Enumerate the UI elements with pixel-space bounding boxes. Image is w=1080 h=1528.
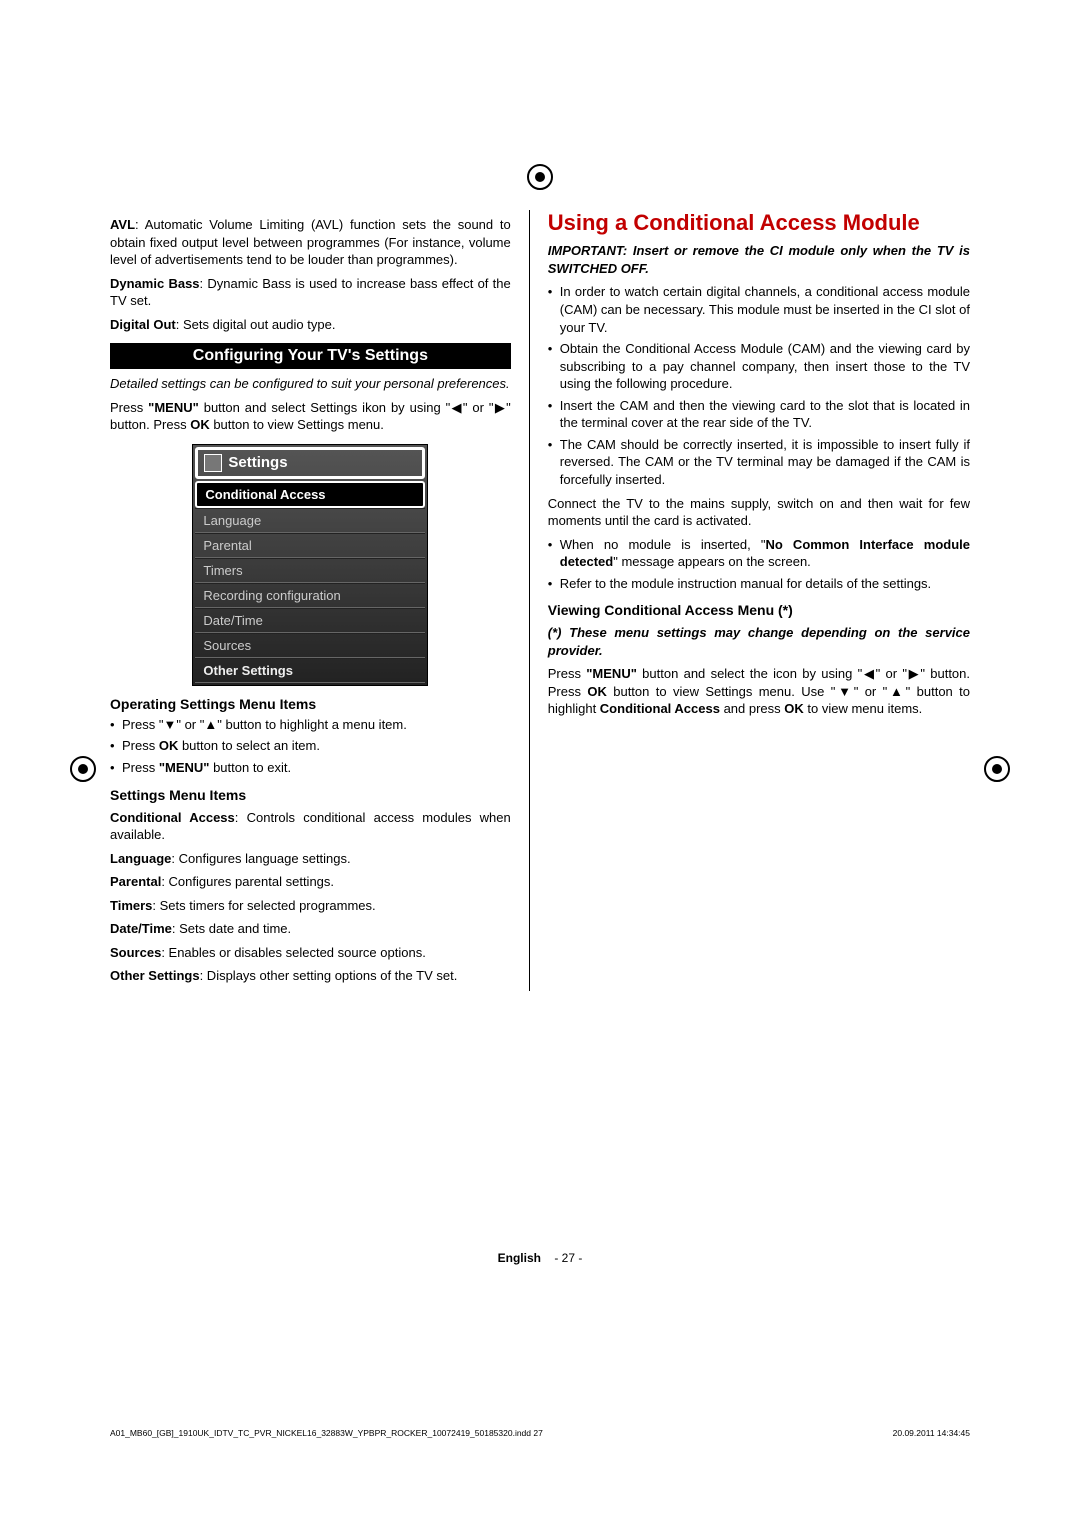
viewing-title: Viewing Conditional Access Menu (*) (548, 602, 970, 618)
cam-b5: When no module is inserted, "No Common I… (548, 536, 970, 571)
item-sources: Sources: Enables or disables selected so… (110, 944, 511, 962)
viewing-note: (*) These menu settings may change depen… (548, 624, 970, 659)
avl-paragraph: AVL: Automatic Volume Limiting (AVL) fun… (110, 216, 511, 269)
cam-b2: Obtain the Conditional Access Module (CA… (548, 340, 970, 393)
registration-mark-left (70, 756, 96, 782)
important-note: IMPORTANT: Insert or remove the CI modul… (548, 242, 970, 277)
menu-item-parental: Parental (195, 533, 425, 558)
config-press: Press "MENU" button and select Settings … (110, 399, 511, 434)
settings-menu-screenshot: Settings Conditional Access Language Par… (192, 444, 428, 686)
menu-title: Settings (228, 454, 287, 471)
registration-mark-right (984, 756, 1010, 782)
menu-title-row: Settings (195, 447, 425, 479)
viewing-press: Press "MENU" button and select the icon … (548, 665, 970, 718)
page-footer: English - 27 - (110, 1251, 970, 1265)
configuring-heading: Configuring Your TV's Settings (110, 343, 511, 369)
left-column: AVL: Automatic Volume Limiting (AVL) fun… (110, 210, 530, 991)
using-cam-heading: Using a Conditional Access Module (548, 210, 970, 236)
op-step-1: Press "▼" or "▲" button to highlight a m… (110, 716, 511, 734)
right-column: Using a Conditional Access Module IMPORT… (530, 210, 970, 991)
settings-items-title: Settings Menu Items (110, 787, 511, 803)
item-other-settings: Other Settings: Displays other setting o… (110, 967, 511, 985)
menu-item-sources: Sources (195, 633, 425, 658)
cam-b6: Refer to the module instruction manual f… (548, 575, 970, 593)
cam-b4: The CAM should be correctly inserted, it… (548, 436, 970, 489)
print-file: A01_MB60_[GB]_1910UK_IDTV_TC_PVR_NICKEL1… (110, 1428, 543, 1438)
item-conditional-access: Conditional Access: Controls conditional… (110, 809, 511, 844)
menu-item-other: Other Settings (195, 658, 425, 683)
menu-item-conditional-access: Conditional Access (195, 481, 425, 508)
cam-connect: Connect the TV to the mains supply, swit… (548, 495, 970, 530)
cam-b1: In order to watch certain digital channe… (548, 283, 970, 336)
cam-b3: Insert the CAM and then the viewing card… (548, 397, 970, 432)
item-timers: Timers: Sets timers for selected program… (110, 897, 511, 915)
print-file-text: A01_MB60_[GB]_1910UK_IDTV_TC_PVR_NICKEL1… (110, 1428, 543, 1438)
operating-title: Operating Settings Menu Items (110, 696, 511, 712)
digital-out-paragraph: Digital Out: Sets digital out audio type… (110, 316, 511, 334)
registration-mark-top (527, 164, 553, 190)
footer-language: English (498, 1251, 541, 1265)
item-datetime: Date/Time: Sets date and time. (110, 920, 511, 938)
item-language: Language: Configures language settings. (110, 850, 511, 868)
settings-icon (204, 454, 222, 472)
footer-page: - 27 - (554, 1251, 582, 1265)
config-intro: Detailed settings can be configured to s… (110, 375, 511, 393)
print-info-bar: A01_MB60_[GB]_1910UK_IDTV_TC_PVR_NICKEL1… (110, 1428, 970, 1438)
item-parental: Parental: Configures parental settings. (110, 873, 511, 891)
menu-item-timers: Timers (195, 558, 425, 583)
op-step-3: Press "MENU" button to exit. (110, 759, 511, 777)
menu-item-datetime: Date/Time (195, 608, 425, 633)
menu-item-recording: Recording configuration (195, 583, 425, 608)
dynamic-bass-paragraph: Dynamic Bass: Dynamic Bass is used to in… (110, 275, 511, 310)
menu-item-language: Language (195, 508, 425, 533)
op-step-2: Press OK button to select an item. (110, 737, 511, 755)
print-date: 20.09.2011 14:34:45 (893, 1428, 970, 1438)
